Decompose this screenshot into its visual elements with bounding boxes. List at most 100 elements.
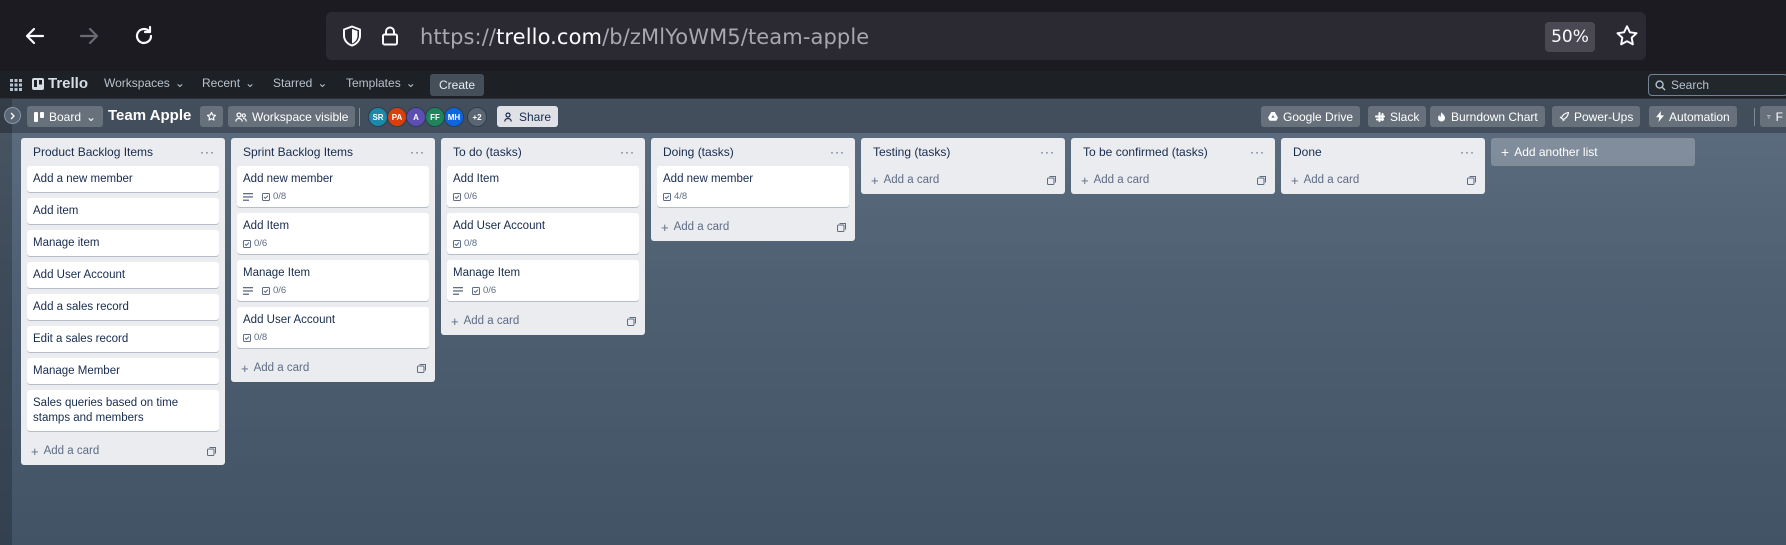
list-menu-icon[interactable]: ··· <box>1460 145 1475 159</box>
address-bar[interactable]: https://trello.com/b/zMlYoWM5/team-apple… <box>326 12 1646 60</box>
add-card-button[interactable]: + Add a card <box>1081 173 1149 188</box>
forward-button[interactable] <box>71 18 107 54</box>
list: Product Backlog Items ··· Add a new member… <box>21 138 225 465</box>
add-card-button[interactable]: + Add a card <box>661 220 729 235</box>
card[interactable]: Add User Account 0/8 <box>447 213 639 254</box>
share-button[interactable]: Share <box>497 106 559 127</box>
powerup-slack[interactable]: Slack <box>1368 106 1427 127</box>
filter-button[interactable]: F <box>1760 106 1786 127</box>
star-icon[interactable] <box>1614 23 1640 49</box>
list-header[interactable]: Sprint Backlog Items ··· <box>231 138 435 166</box>
back-button[interactable] <box>17 18 53 54</box>
menu-starred[interactable]: Starred ⌄ <box>273 76 327 90</box>
list-title[interactable]: Doing (tasks) <box>663 145 734 159</box>
card-template-icon[interactable] <box>207 446 216 456</box>
card-template-icon[interactable] <box>627 316 636 326</box>
list-header[interactable]: Testing (tasks) ··· <box>861 138 1065 166</box>
card-template-icon[interactable] <box>1467 175 1476 185</box>
automation-button[interactable]: Automation <box>1649 106 1737 127</box>
star-board-button[interactable] <box>200 106 223 127</box>
create-button[interactable]: Create <box>430 74 485 96</box>
list-header[interactable]: To be confirmed (tasks) ··· <box>1071 138 1275 166</box>
board-canvas: Board ⌄ Team Apple Workspace visible SR … <box>0 99 1786 545</box>
add-card-button[interactable]: + Add a card <box>1291 173 1359 188</box>
list-menu-icon[interactable]: ··· <box>830 145 845 159</box>
add-card-button[interactable]: + Add a card <box>241 361 309 376</box>
add-card-button[interactable]: + Add a card <box>871 173 939 188</box>
card[interactable]: Edit a sales record <box>27 326 219 352</box>
list-header[interactable]: To do (tasks) ··· <box>441 138 645 166</box>
member-avatar[interactable]: FF <box>425 107 445 127</box>
member-avatar[interactable]: A <box>406 107 426 127</box>
member-avatar[interactable]: MH <box>444 107 464 127</box>
checklist-icon <box>453 192 461 201</box>
menu-workspaces[interactable]: Workspaces ⌄ <box>104 76 185 90</box>
board-title[interactable]: Team Apple <box>108 107 191 124</box>
shield-icon[interactable] <box>340 24 364 48</box>
add-another-list-button[interactable]: + Add another list <box>1491 138 1695 166</box>
card-title: Add a sales record <box>33 301 129 313</box>
list-title[interactable]: To do (tasks) <box>453 145 522 159</box>
card[interactable]: Add User Account <box>27 262 219 288</box>
menu-workspaces-label: Workspaces <box>104 76 170 90</box>
list-menu-icon[interactable]: ··· <box>200 145 215 159</box>
board-sidebar-collapsed[interactable] <box>0 99 12 545</box>
card[interactable]: Add new member 0/8 <box>237 166 429 207</box>
expand-sidebar-button[interactable] <box>4 107 21 124</box>
card[interactable]: Add a sales record <box>27 294 219 320</box>
card[interactable]: Add User Account 0/8 <box>237 307 429 348</box>
chevron-right-icon <box>10 112 15 119</box>
list-title[interactable]: Sprint Backlog Items <box>243 145 353 159</box>
card[interactable]: Sales queries based on time stamps and m… <box>27 390 219 431</box>
card-template-icon[interactable] <box>837 222 846 232</box>
trello-logo[interactable]: Trello <box>32 75 88 92</box>
list-menu-icon[interactable]: ··· <box>620 145 635 159</box>
search-input[interactable]: Search <box>1648 74 1786 96</box>
card[interactable]: Manage item <box>27 230 219 256</box>
list-menu-icon[interactable]: ··· <box>410 145 425 159</box>
zoom-level-badge[interactable]: 50% <box>1545 22 1595 52</box>
lightning-icon <box>1656 111 1664 122</box>
powerup-google-drive[interactable]: Google Drive <box>1261 106 1361 127</box>
card[interactable]: Add Item 0/6 <box>447 166 639 207</box>
url-text[interactable]: https://trello.com/b/zMlYoWM5/team-apple <box>420 25 869 49</box>
list-title[interactable]: Product Backlog Items <box>33 145 153 159</box>
board-view-switcher[interactable]: Board ⌄ <box>27 106 104 127</box>
card[interactable]: Manage Member <box>27 358 219 384</box>
list-menu-icon[interactable]: ··· <box>1250 145 1265 159</box>
card[interactable]: Add a new member <box>27 166 219 192</box>
checklist-count: 0/8 <box>254 332 268 343</box>
member-avatar[interactable]: SR <box>368 107 388 127</box>
card-template-icon[interactable] <box>1257 175 1266 185</box>
list-header[interactable]: Done ··· <box>1281 138 1485 166</box>
list-title[interactable]: To be confirmed (tasks) <box>1083 145 1208 159</box>
card[interactable]: Manage Item 0/6 <box>237 260 429 301</box>
card[interactable]: Add item <box>27 198 219 224</box>
card-template-icon[interactable] <box>417 363 426 373</box>
add-card-button[interactable]: + Add a card <box>31 444 99 459</box>
add-card-button[interactable]: + Add a card <box>451 314 519 329</box>
card-template-icon[interactable] <box>1047 175 1056 185</box>
list-menu-icon[interactable]: ··· <box>1040 145 1055 159</box>
list-title[interactable]: Done <box>1293 145 1322 159</box>
member-avatar[interactable]: PA <box>387 107 407 127</box>
menu-templates[interactable]: Templates ⌄ <box>346 76 416 90</box>
powerup-burndown-chart[interactable]: Burndown Chart <box>1430 106 1545 127</box>
checklist-count: 0/6 <box>254 238 268 249</box>
card[interactable]: Add Item 0/6 <box>237 213 429 254</box>
list-header[interactable]: Doing (tasks) ··· <box>651 138 855 166</box>
slack-icon <box>1375 111 1385 122</box>
card[interactable]: Manage Item 0/6 <box>447 260 639 301</box>
list-title[interactable]: Testing (tasks) <box>873 145 950 159</box>
menu-recent[interactable]: Recent ⌄ <box>202 76 255 90</box>
card-badges: 0/6 <box>243 285 423 296</box>
card[interactable]: Add new member 4/8 <box>657 166 849 207</box>
visibility-button[interactable]: Workspace visible <box>228 106 356 127</box>
member-initials: FF <box>430 112 440 122</box>
more-members-badge[interactable]: +2 <box>467 107 487 127</box>
list-header[interactable]: Product Backlog Items ··· <box>21 138 225 166</box>
reload-button[interactable] <box>126 18 162 54</box>
powerups-button[interactable]: Power-Ups <box>1552 106 1641 127</box>
app-switcher-icon[interactable] <box>10 79 22 91</box>
lock-icon[interactable] <box>378 24 402 48</box>
